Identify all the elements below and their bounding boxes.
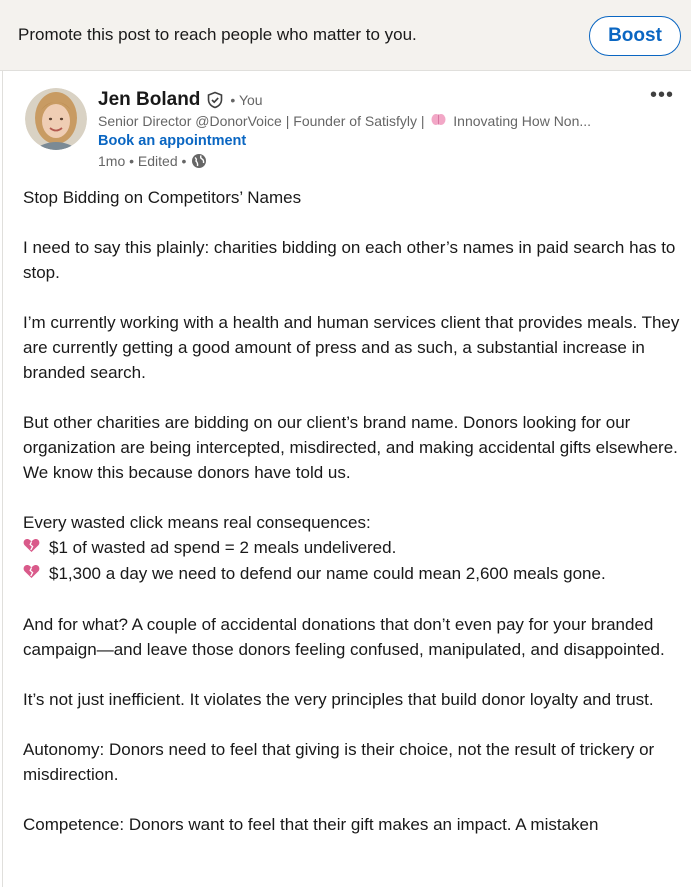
headline-text-end: Innovating How Non... (453, 113, 592, 129)
boost-button[interactable]: Boost (589, 16, 681, 56)
author-headline: Senior Director @DonorVoice | Founder of… (98, 113, 638, 129)
post-paragraph: It’s not just inefficient. It violates t… (23, 690, 654, 709)
post-paragraph: And for what? A couple of accidental don… (23, 615, 665, 659)
post-paragraph: But other charities are bidding on our c… (23, 413, 678, 482)
post-paragraph: I’m currently working with a health and … (23, 313, 680, 382)
broken-heart-icon (23, 536, 43, 561)
post-paragraph: I need to say this plainly: charities bi… (23, 238, 676, 282)
book-appointment-link[interactable]: Book an appointment (98, 133, 246, 149)
post-paragraph: Competence: Donors want to feel that the… (23, 815, 599, 834)
list-item-text: $1 of wasted ad spend = 2 meals undelive… (49, 538, 397, 557)
post-timestamp: 1mo • Edited • (98, 153, 187, 169)
list-intro: Every wasted click means real consequenc… (23, 513, 371, 532)
consequences-list: Every wasted click means real consequenc… (23, 510, 683, 587)
globe-icon (191, 153, 207, 169)
author-name[interactable]: Jen Boland (98, 89, 200, 111)
broken-heart-icon (23, 562, 43, 587)
list-item-text: $1,300 a day we need to defend our name … (49, 564, 606, 583)
brain-icon (431, 113, 446, 129)
you-label: • You (230, 92, 263, 108)
post-title: Stop Bidding on Competitors’ Names (23, 188, 302, 207)
list-item: $1 of wasted ad spend = 2 meals undelive… (23, 535, 683, 561)
post-body: Stop Bidding on Competitors’ Names I nee… (23, 185, 683, 862)
headline-text: Senior Director @DonorVoice | Founder of… (98, 113, 425, 129)
more-options-button[interactable]: ••• (648, 83, 676, 107)
promo-text: Promote this post to reach people who ma… (18, 25, 417, 44)
post-meta: 1mo • Edited • (98, 153, 207, 169)
post-paragraph: Autonomy: Donors need to feel that givin… (23, 740, 655, 784)
list-item: $1,300 a day we need to defend our name … (23, 561, 683, 587)
promo-bar: Promote this post to reach people who ma… (0, 0, 691, 71)
post-card: Jen Boland • You Senior Director @DonorV… (2, 71, 691, 887)
shield-check-icon (206, 91, 224, 109)
avatar[interactable] (25, 88, 87, 150)
author-line: Jen Boland • You (98, 89, 263, 111)
